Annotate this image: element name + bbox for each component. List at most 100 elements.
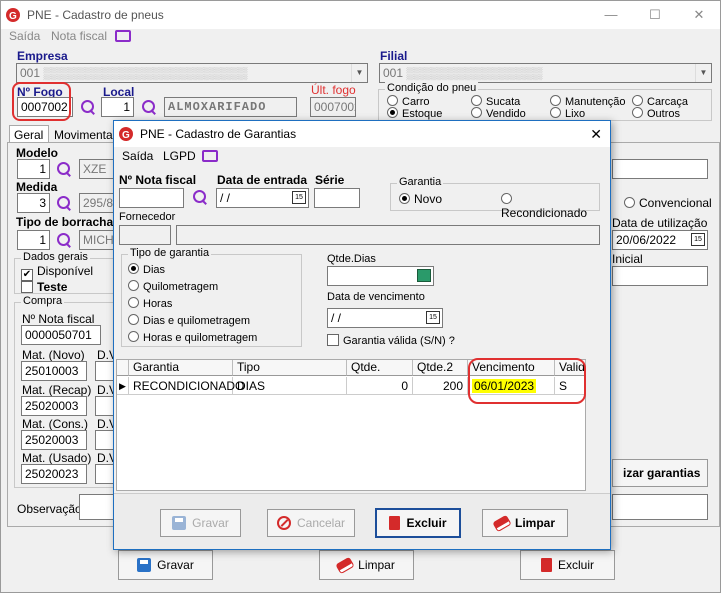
svg-text:G: G [9, 11, 17, 22]
tipo-dias-km-option[interactable]: Dias e quilometragem [128, 314, 250, 327]
calendar-icon[interactable]: 15 [691, 233, 705, 246]
excluir-button[interactable]: Excluir [520, 550, 615, 580]
dlg-gravar-button[interactable]: Gravar [160, 509, 241, 537]
dlg-nota-fiscal-input[interactable] [119, 188, 184, 208]
dlg-cancelar-button[interactable]: Cancelar [267, 509, 355, 537]
column-header[interactable]: Qtde. [347, 360, 413, 376]
convencional-option[interactable]: Convencional [624, 196, 712, 210]
save-icon [137, 558, 152, 572]
table-cell[interactable]: 200 [413, 377, 468, 395]
dialog-button-bar: Gravar Cancelar Excluir Limpar [114, 493, 610, 549]
column-header[interactable]: Garantia [129, 360, 233, 376]
tipo-quilometragem-option[interactable]: Quilometragem [128, 280, 218, 293]
dialog-title: PNE - Cadastro de Garantias [140, 127, 297, 141]
local-name-field: ALMOXARIFADO [164, 97, 297, 117]
limpar-button[interactable]: Limpar [319, 550, 414, 580]
search-icon[interactable] [56, 161, 72, 177]
medida-code-input[interactable]: 3 [17, 193, 50, 213]
radio-icon [471, 95, 482, 106]
search-icon[interactable] [192, 189, 208, 205]
condicao-outros[interactable]: Outros [632, 107, 680, 120]
fornecedor-name-field [176, 225, 600, 245]
close-icon[interactable]: ✕ [677, 1, 721, 29]
mat-cons-input[interactable]: 25020003 [21, 430, 87, 450]
garantia-recondicionado-option[interactable]: Recondicionado [501, 192, 599, 220]
radio-icon [128, 297, 139, 308]
condicao-group: Condição do pneu Carro Sucata Manutenção… [378, 82, 712, 121]
qtde-dias-label: Qtde.Dias [327, 253, 376, 265]
nota-fiscal-input[interactable]: 0000050701 [21, 325, 101, 345]
data-utilizacao-input[interactable]: 20/06/2022 15 [612, 230, 708, 250]
empresa-label: Empresa [17, 49, 68, 63]
mat-cons-label: Mat. (Cons.) [22, 417, 89, 431]
tipo-dias-option[interactable]: Dias [128, 263, 165, 276]
search-icon[interactable] [141, 99, 157, 115]
search-icon[interactable] [56, 232, 72, 248]
dv-novo-input[interactable] [95, 361, 115, 381]
radio-icon [128, 280, 139, 291]
garantia-valida-checkbox[interactable]: Garantia válida (S/N) ? [327, 334, 455, 347]
ult-fogo-field: 0007002 [310, 97, 356, 117]
dv-cons-input[interactable] [95, 430, 115, 450]
monitor-icon[interactable] [115, 30, 131, 42]
maximize-icon[interactable]: ☐ [633, 1, 677, 29]
modelo-code-input[interactable]: 1 [17, 159, 50, 179]
condicao-estoque[interactable]: Estoque [387, 107, 442, 120]
data-entrada-input[interactable]: / /15 [216, 188, 309, 208]
tipo-garantia-group: Tipo de garantia Dias Quilometragem Hora… [121, 247, 302, 347]
tab-movimentacao[interactable]: Movimentação [50, 127, 120, 143]
table-cell[interactable]: DIAS [233, 377, 347, 395]
fornecedor-code-field[interactable] [119, 225, 171, 245]
inicial-input[interactable] [612, 266, 708, 286]
mat-novo-input[interactable]: 25010003 [21, 361, 87, 381]
tab-geral[interactable]: Geral [9, 125, 49, 143]
garantia-novo-option[interactable]: Novo [399, 192, 442, 206]
minimize-icon[interactable]: — [589, 1, 633, 29]
search-icon[interactable] [56, 195, 72, 211]
app-logo-icon: G [119, 127, 133, 141]
chevron-down-icon: ▼ [695, 64, 711, 82]
dialog-menu-lgpd[interactable]: LGPD [163, 149, 196, 163]
table-cell[interactable]: 0 [347, 377, 413, 395]
tipo-horas-km-option[interactable]: Horas e quilometragem [128, 331, 257, 344]
monitor-icon[interactable] [202, 150, 218, 162]
annotation-box [468, 358, 586, 404]
column-header[interactable]: Tipo [233, 360, 347, 376]
local-code-input[interactable]: 1 [101, 97, 134, 117]
data-vencimento-input[interactable]: / /15 [327, 308, 443, 328]
menu-nota-fiscal[interactable]: Nota fiscal [51, 29, 107, 43]
mat-novo-label: Mat. (Novo) [22, 348, 85, 362]
radio-icon [387, 95, 398, 106]
gravar-button[interactable]: Gravar [118, 550, 213, 580]
filial-select[interactable]: 001 ▒▒▒▒▒▒▒▒▒▒▒▒▒▒▒▒ ▼ [379, 63, 712, 83]
dialog-menu-saida[interactable]: Saída [122, 149, 153, 163]
search-icon[interactable] [80, 99, 96, 115]
table-cell[interactable]: RECONDICIONADO [129, 377, 244, 395]
empresa-select[interactable]: 001 ▒▒▒▒▒▒▒▒▒▒▒▒▒▒▒▒▒▒▒▒▒▒▒▒ ▼ [16, 63, 368, 83]
svg-text:G: G [122, 130, 130, 141]
teste-checkbox[interactable]: Teste [21, 280, 67, 294]
mat-usado-input[interactable]: 25020023 [21, 464, 87, 484]
qtde-dias-input[interactable] [327, 266, 434, 286]
radio-icon [501, 193, 512, 204]
calendar-icon[interactable]: 15 [426, 311, 440, 324]
condicao-lixo[interactable]: Lixo [550, 107, 585, 120]
dv-usado-input[interactable] [95, 464, 115, 484]
filial-label: Filial [380, 49, 408, 63]
mat-recap-input[interactable]: 25020003 [21, 396, 87, 416]
menu-saida[interactable]: Saída [9, 29, 40, 43]
column-header[interactable]: Qtde.2 [413, 360, 468, 376]
disponivel-checkbox[interactable]: ✔ Disponível [21, 264, 93, 281]
serie-input[interactable] [314, 188, 360, 208]
condicao-vendido[interactable]: Vendido [471, 107, 526, 120]
calculator-icon[interactable] [417, 269, 431, 282]
tipo-borracha-code-input[interactable]: 1 [17, 230, 50, 250]
tipo-horas-option[interactable]: Horas [128, 297, 172, 310]
dlg-limpar-button[interactable]: Limpar [482, 509, 568, 537]
close-icon[interactable]: ✕ [590, 126, 602, 143]
dlg-excluir-button[interactable]: Excluir [375, 508, 461, 538]
observacao-input[interactable] [79, 494, 115, 520]
dv-recap-input[interactable] [95, 396, 115, 416]
calendar-icon[interactable]: 15 [292, 191, 306, 204]
utilizar-garantias-button[interactable]: izar garantias [612, 459, 708, 487]
